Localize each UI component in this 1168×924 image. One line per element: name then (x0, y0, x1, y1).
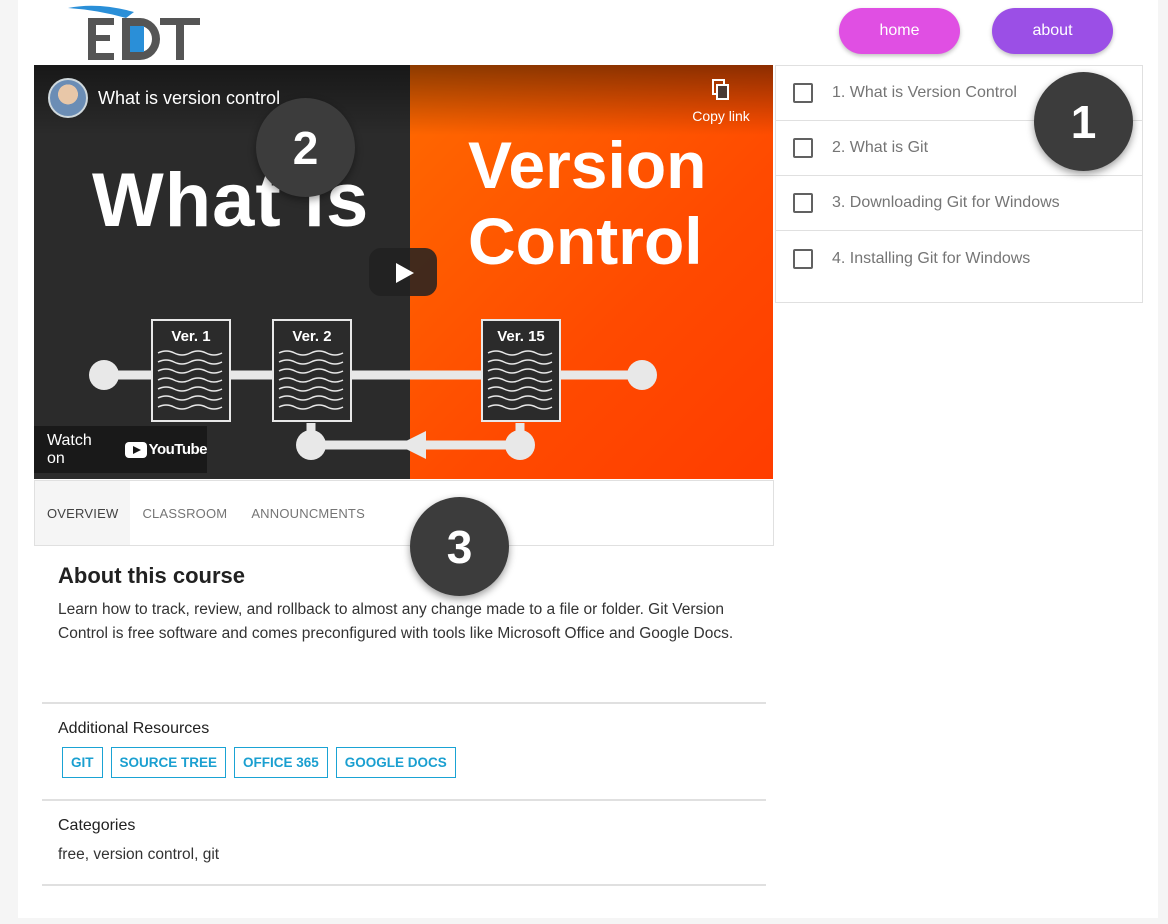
lesson-item[interactable]: 3. Downloading Git for Windows (776, 176, 1142, 231)
edt-logo[interactable] (68, 4, 208, 64)
resource-chips: GIT SOURCE TREE OFFICE 365 GOOGLE DOCS (62, 747, 456, 778)
resource-chip-git[interactable]: GIT (62, 747, 103, 778)
watch-on-youtube-button[interactable]: Watch on YouTube (34, 426, 208, 473)
thumbnail-headline-right-1: Version (468, 128, 707, 202)
version-doc-2: Ver. 2 (272, 319, 352, 422)
version-label-15: Ver. 15 (497, 328, 545, 345)
lesson-label[interactable]: 4. Installing Git for Windows (832, 250, 1030, 268)
watch-on-label: Watch on (47, 431, 92, 467)
resource-chip-source-tree[interactable]: SOURCE TREE (110, 747, 227, 778)
lesson-label[interactable]: 2. What is Git (832, 139, 928, 157)
channel-avatar[interactable] (48, 78, 88, 118)
divider (42, 884, 766, 886)
tab-overview[interactable]: OVERVIEW (35, 481, 131, 545)
page: home about What is Version Control Ver. … (18, 0, 1158, 918)
youtube-logo: YouTube (124, 441, 208, 458)
course-tabs: OVERVIEW CLASSROOM ANNOUNCMENTS (34, 480, 774, 546)
lesson-checkbox[interactable] (793, 193, 813, 213)
about-course-title: About this course (58, 563, 246, 588)
lesson-label[interactable]: 1. What is Version Control (832, 84, 1017, 102)
tab-classroom[interactable]: CLASSROOM (130, 481, 239, 545)
version-doc-1: Ver. 1 (151, 319, 231, 422)
divider (42, 799, 766, 801)
marker-1: 1 (1034, 72, 1133, 171)
lesson-checkbox[interactable] (793, 248, 813, 269)
youtube-wordmark: YouTube (148, 441, 208, 458)
lesson-label[interactable]: 3. Downloading Git for Windows (832, 194, 1060, 212)
categories-value: free, version control, git (58, 846, 220, 863)
version-label-2: Ver. 2 (292, 328, 331, 345)
lesson-checkbox[interactable] (793, 83, 813, 103)
play-button[interactable] (369, 248, 437, 296)
additional-resources-label: Additional Resources (58, 720, 210, 737)
categories-label: Categories (58, 817, 136, 834)
tab-announcements[interactable]: ANNOUNCMENTS (239, 481, 377, 545)
copy-link-label[interactable]: Copy link (684, 108, 758, 124)
marker-3: 3 (410, 497, 509, 596)
lesson-checkbox[interactable] (793, 138, 813, 158)
divider (42, 702, 766, 704)
lesson-item[interactable]: 4. Installing Git for Windows (776, 231, 1142, 286)
resource-chip-office-365[interactable]: OFFICE 365 (234, 747, 328, 778)
marker-2: 2 (256, 98, 355, 197)
version-doc-15: Ver. 15 (481, 319, 561, 422)
video-title[interactable]: What is version control (98, 88, 280, 109)
youtube-play-icon (124, 441, 147, 458)
nav-home-button[interactable]: home (839, 8, 960, 54)
nav-about-button[interactable]: about (992, 8, 1113, 54)
thumbnail-headline-right-2: Control (468, 204, 703, 278)
version-label-1: Ver. 1 (171, 328, 210, 345)
video-player[interactable]: What is Version Control Ver. 1 Ver. 2 Ve… (34, 65, 773, 479)
resource-chip-google-docs[interactable]: GOOGLE DOCS (335, 747, 456, 778)
about-course-description: Learn how to track, review, and rollback… (58, 601, 734, 642)
copy-link-icon[interactable] (710, 79, 732, 101)
